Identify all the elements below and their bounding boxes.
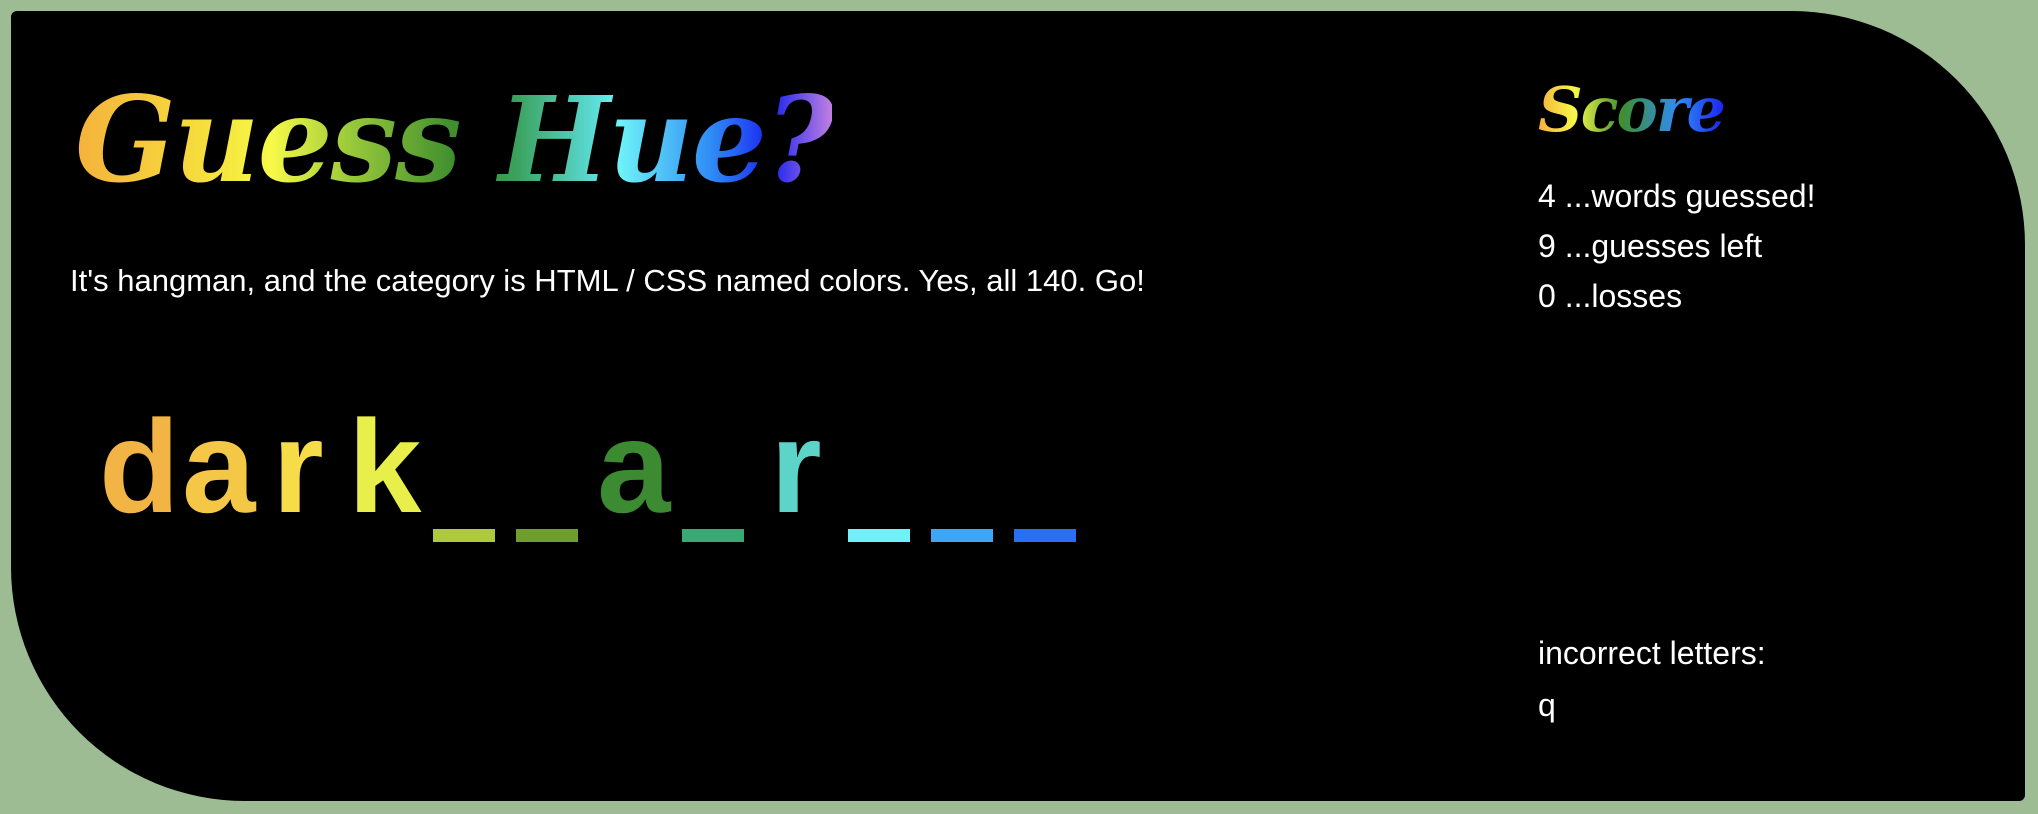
blank-underscore (848, 529, 910, 542)
game-subtitle: It's hangman, and the category is HTML /… (70, 263, 1145, 298)
revealed-letter: k (348, 393, 422, 540)
word-blank (846, 411, 912, 551)
word-blank (514, 411, 580, 551)
revealed-letter: r (770, 393, 822, 540)
game-title: Guess Hue? (75, 70, 834, 209)
word-letter: r (763, 393, 829, 551)
revealed-letter: r (272, 393, 324, 540)
game-card: Guess Hue? It's hangman, and the categor… (11, 11, 2025, 801)
score-title: Score (1538, 73, 1726, 146)
word-blank (929, 411, 995, 551)
word-letter: a (182, 393, 256, 551)
word-letter: d (99, 393, 180, 551)
guesses-left-stat: 9 ...guesses left (1538, 228, 1763, 264)
word-blank (431, 411, 497, 551)
incorrect-letters-label: incorrect letters: (1538, 635, 1766, 671)
revealed-letter: d (99, 393, 180, 540)
incorrect-letters-list: q (1538, 687, 1556, 723)
word-blank (1012, 411, 1078, 551)
blank-underscore (433, 529, 495, 542)
losses-stat: 0 ...losses (1538, 278, 1683, 314)
blank-underscore (516, 529, 578, 542)
blank-underscore (682, 529, 744, 542)
blank-underscore (931, 529, 993, 542)
blank-underscore (1014, 529, 1076, 542)
word-letter: k (348, 393, 422, 551)
revealed-letter: a (597, 393, 671, 540)
revealed-letter: a (182, 393, 256, 540)
words-guessed-stat: 4 ...words guessed! (1538, 178, 1816, 214)
score-stats: 4 ...words guessed! 9 ...guesses left 0 … (1538, 171, 1815, 321)
word-letter: r (265, 393, 331, 551)
word-display: darkar (99, 393, 1149, 551)
word-letter: a (597, 393, 671, 551)
word-blank (680, 411, 746, 551)
